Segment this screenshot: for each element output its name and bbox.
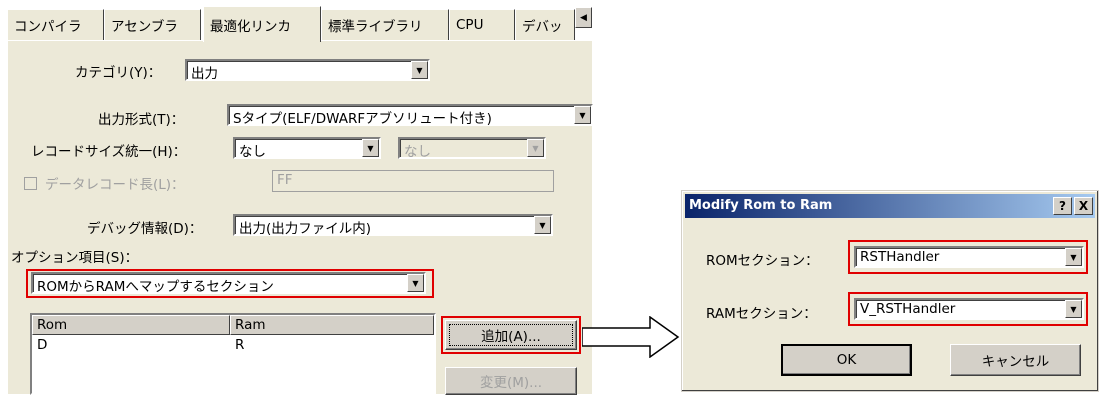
tab-label: CPU [456,17,484,33]
rom-section-highlight [848,240,1088,274]
data-record-length-checkbox [24,177,37,190]
category-value: 出力 [191,66,218,82]
tab-scroll-left-icon[interactable]: ◀ [575,7,592,28]
category-select[interactable]: 出力 ▼ [185,59,430,82]
ram-section-highlight [848,292,1088,326]
debug-info-select[interactable]: 出力(出力ファイル内) ▼ [233,214,553,237]
column-header-label: Rom [37,317,68,333]
right-arrow-icon [582,316,680,358]
change-button: 変更(M)... [445,367,577,395]
focus-rect [449,324,573,346]
option-items-label: オプション項目(S)： [11,250,139,266]
output-format-select[interactable]: Sタイプ(ELF/DWARFアブソリュート付き) ▼ [227,104,593,127]
help-icon[interactable]: ? [1053,197,1072,215]
record-size-label: レコードサイズ統一(H)： [31,144,187,160]
tab-label: アセンブラ [111,19,178,35]
data-record-length-field: FF [272,170,554,192]
category-label: カテゴリ(Y)： [75,65,162,81]
record-size-select[interactable]: なし ▼ [233,137,381,160]
tab-debugger[interactable]: デバッ [515,9,575,40]
data-record-length-label: データレコード長(L)： [45,177,185,193]
add-button[interactable]: 追加(A)... [445,320,577,350]
tab-assembler[interactable]: アセンブラ [104,9,201,40]
column-header-label: Ram [235,317,266,333]
column-header-ram[interactable]: Ram [230,315,434,335]
linker-options-panel: カテゴリ(Y)： 出力 ▼ 出力形式(T)： Sタイプ(ELF/DWARFアブソ… [7,40,593,395]
close-icon[interactable]: X [1074,197,1093,215]
debug-info-value: 出力(出力ファイル内) [239,221,372,237]
tab-label: デバッ [522,19,563,35]
chevron-down-icon[interactable]: ▼ [362,139,379,157]
ram-cell: R [235,337,245,353]
output-format-label: 出力形式(T)： [98,112,185,128]
record-size-secondary-value: なし [404,144,431,160]
rom-section-label: ROMセクション： [706,253,819,269]
data-record-length-value: FF [277,172,293,188]
record-size-secondary-select: なし ▼ [398,137,546,160]
ram-section-label: RAMセクション： [706,306,817,322]
tab-standard-library[interactable]: 標準ライブラリ [321,9,449,40]
tab-label: 標準ライブラリ [328,19,423,35]
cancel-button[interactable]: キャンセル [950,344,1081,376]
record-size-value: なし [239,144,266,160]
ok-button-label: OK [836,352,857,368]
chevron-down-icon[interactable]: ▼ [534,216,551,234]
chevron-down-icon: ▼ [527,139,544,157]
tab-label: コンパイラ [14,19,82,35]
tab-optimizing-linker[interactable]: 最適化リンカ [203,6,321,42]
chevron-down-icon[interactable]: ▼ [574,106,591,124]
option-items-highlight [26,269,434,298]
change-button-label: 変更(M)... [479,375,543,391]
modify-rom-to-ram-dialog: Modify Rom to Ram ? X ROMセクション： RSTHandl… [681,190,1099,392]
rom-ram-section-list[interactable]: Rom Ram D R [30,313,436,395]
rom-cell: D [37,337,48,353]
output-format-value: Sタイプ(ELF/DWARFアブソリュート付き) [233,111,492,127]
dialog-title: Modify Rom to Ram [689,198,833,213]
tab-compiler[interactable]: コンパイラ [7,9,104,40]
tab-cpu[interactable]: CPU [449,9,515,40]
cancel-button-label: キャンセル [981,354,1050,370]
tab-label: 最適化リンカ [210,18,291,35]
chevron-down-icon[interactable]: ▼ [411,61,428,79]
tab-strip: コンパイラ アセンブラ 最適化リンカ 標準ライブラリ CPU デバッ ◀ [7,6,592,42]
ok-button[interactable]: OK [781,344,912,376]
debug-info-label: デバッグ情報(D)： [87,221,203,237]
dialog-titlebar[interactable]: Modify Rom to Ram ? X [685,194,1095,218]
column-header-rom[interactable]: Rom [32,315,230,335]
